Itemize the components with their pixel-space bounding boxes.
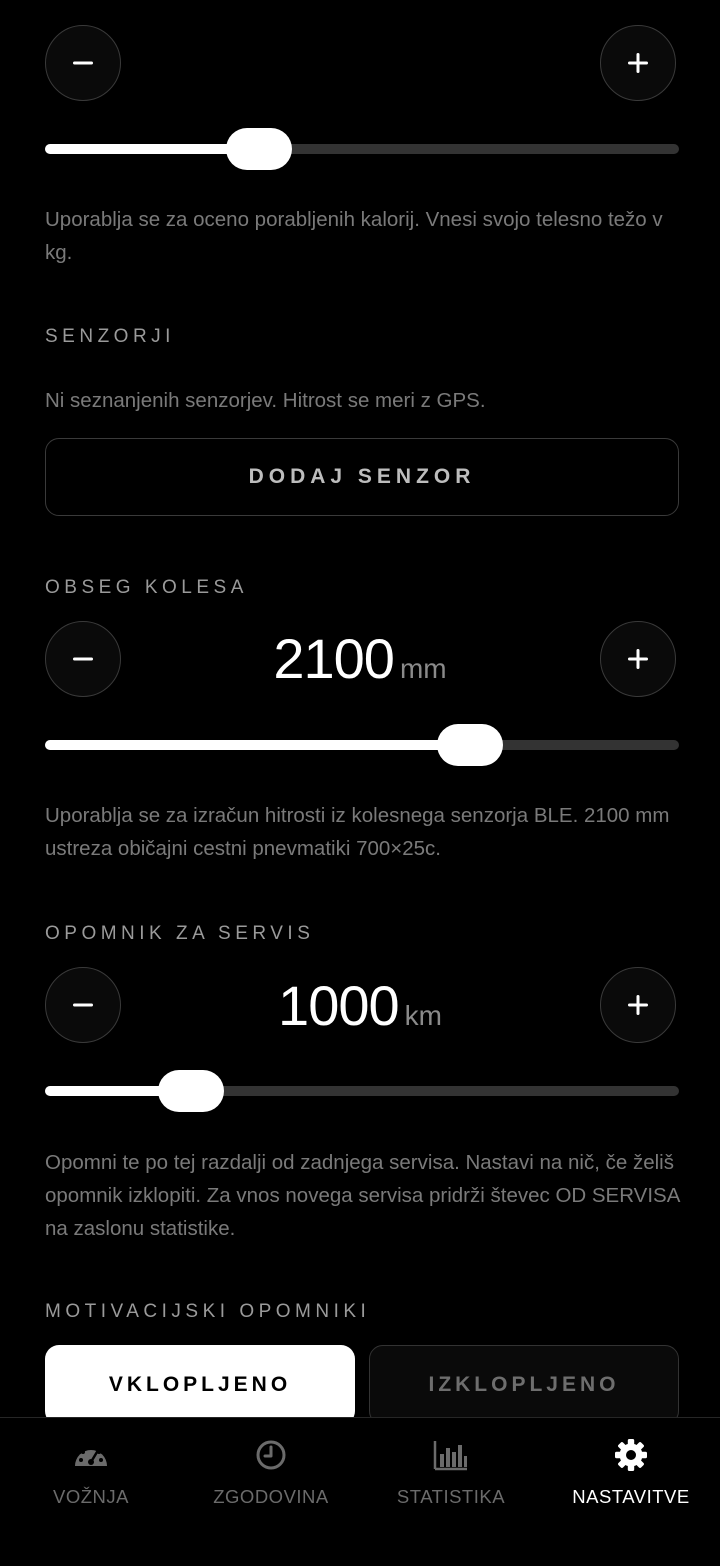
tab-voznja-label: VOŽNJA xyxy=(53,1486,129,1507)
tab-voznja[interactable]: VOŽNJA xyxy=(1,1418,181,1566)
minus-icon xyxy=(73,61,93,65)
plus-icon xyxy=(628,649,648,669)
plus-icon xyxy=(628,995,648,1015)
tab-zgodovina[interactable]: ZGODOVINA xyxy=(181,1418,361,1566)
service-value: 1000 xyxy=(278,974,400,1037)
bar-chart-icon xyxy=(433,1441,467,1471)
weight-slider-thumb[interactable] xyxy=(226,128,292,170)
weight-increase-button[interactable] xyxy=(600,25,676,101)
motivation-on-button[interactable]: VKLOPLJENO xyxy=(45,1345,355,1425)
tab-statistika-label: STATISTIKA xyxy=(396,1486,506,1507)
wheel-slider-thumb[interactable] xyxy=(437,724,503,766)
sensors-section-label: SENZORJI xyxy=(45,326,175,347)
clock-icon xyxy=(256,1440,286,1470)
motivation-section-label: MOTIVACIJSKI OPOMNIKI xyxy=(45,1301,371,1322)
service-increase-button[interactable] xyxy=(600,967,676,1043)
speedometer-icon xyxy=(75,1446,107,1466)
tab-zgodovina-label: ZGODOVINA xyxy=(213,1486,329,1507)
wheel-section-label: OBSEG KOLESA xyxy=(45,577,248,598)
service-section-label: OPOMNIK ZA SERVIS xyxy=(45,923,315,944)
tab-nastavitve[interactable]: NASTAVITVE xyxy=(541,1418,720,1566)
wheel-slider[interactable] xyxy=(45,740,679,750)
weight-help-text: Uporablja se za oceno porabljenih kalori… xyxy=(45,208,663,264)
service-slider[interactable] xyxy=(45,1086,679,1096)
wheel-help-text: Uporablja se za izračun hitrosti iz kole… xyxy=(45,804,670,860)
wheel-unit: mm xyxy=(399,653,447,684)
tab-statistika[interactable]: STATISTIKA xyxy=(361,1418,541,1566)
plus-icon xyxy=(628,53,648,73)
tab-nastavitve-label: NASTAVITVE xyxy=(572,1486,690,1507)
weight-decrease-button[interactable] xyxy=(45,25,121,101)
service-unit: km xyxy=(404,1000,442,1031)
service-slider-thumb[interactable] xyxy=(158,1070,224,1112)
add-sensor-button[interactable]: DODAJ SENZOR xyxy=(45,438,679,516)
wheel-increase-button[interactable] xyxy=(600,621,676,697)
motivation-off-button[interactable]: IZKLOPLJENO xyxy=(369,1345,679,1425)
gear-icon xyxy=(615,1439,647,1471)
bottom-tab-bar: VOŽNJA ZGODOVINA STATISTIKA NASTAVITVE xyxy=(0,1417,720,1566)
service-help-text: Opomni te po tej razdalji od zadnjega se… xyxy=(45,1151,680,1240)
wheel-slider-fill xyxy=(45,740,470,750)
sensors-status-text: Ni seznanjenih senzorjev. Hitrost se mer… xyxy=(45,389,486,412)
weight-slider[interactable] xyxy=(45,144,679,154)
wheel-value: 2100 xyxy=(273,627,395,690)
